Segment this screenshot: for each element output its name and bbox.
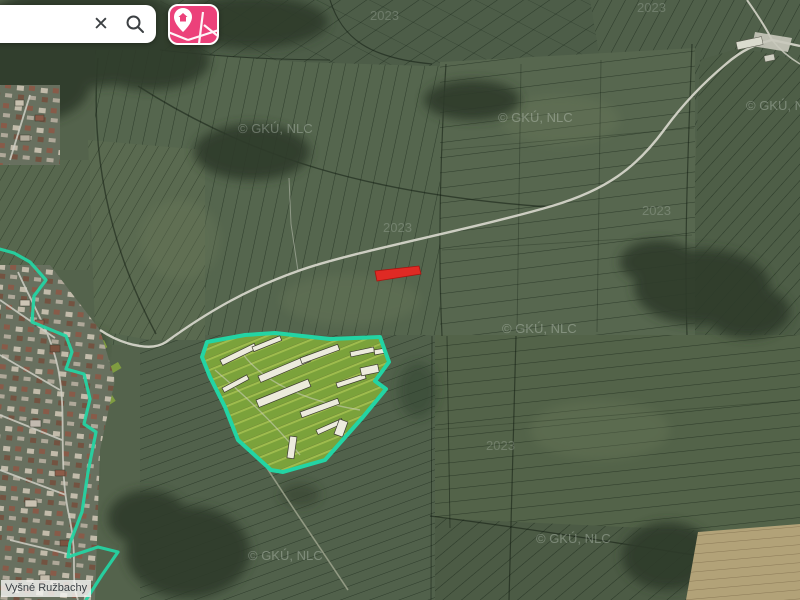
map-pin-icon bbox=[170, 6, 217, 43]
watermark-text: © GKÚ, NLC bbox=[746, 98, 800, 113]
watermark-text: © GKÚ, NLC bbox=[498, 110, 573, 125]
watermark-year: 2023 bbox=[370, 8, 399, 23]
place-label: Vyšné Ružbachy bbox=[1, 580, 91, 597]
watermark-text: © GKÚ, NLC bbox=[536, 531, 611, 546]
close-icon: ✕ bbox=[93, 13, 109, 36]
search-input[interactable] bbox=[0, 15, 84, 34]
search-icon bbox=[124, 13, 146, 35]
bare-soil-field bbox=[686, 524, 800, 600]
map-canvas[interactable]: © GKÚ, NLC © GKÚ, NLC © GKÚ, NLC © GKÚ, … bbox=[0, 0, 800, 600]
clear-search-button[interactable]: ✕ bbox=[84, 7, 118, 41]
watermark-year: 2023 bbox=[383, 220, 412, 235]
search-button[interactable] bbox=[118, 7, 152, 41]
watermark-year: 2023 bbox=[642, 203, 671, 218]
search-bar[interactable]: ✕ bbox=[0, 5, 156, 43]
watermark-text: © GKÚ, NLC bbox=[238, 121, 313, 136]
watermark-text: © GKÚ, NLC bbox=[502, 321, 577, 336]
watermark-year: 2023 bbox=[637, 0, 666, 15]
map-style-toggle-button[interactable] bbox=[168, 4, 219, 45]
watermark-text: © GKÚ, NLC bbox=[248, 548, 323, 563]
watermark-year: 2023 bbox=[486, 438, 515, 453]
